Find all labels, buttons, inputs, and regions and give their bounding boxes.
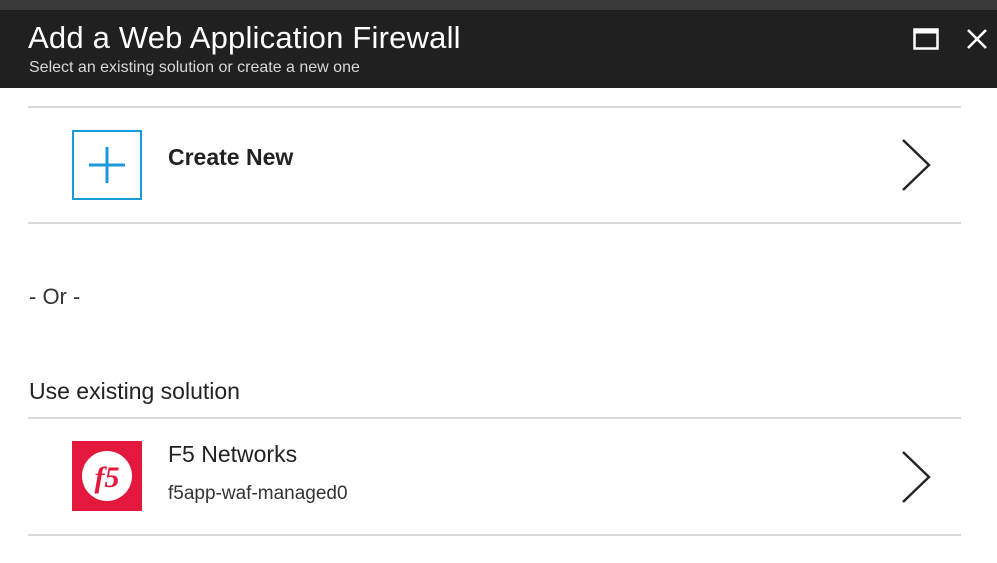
solution-name: F5 Networks xyxy=(168,441,298,467)
chevron-right-icon xyxy=(902,451,931,503)
divider xyxy=(28,534,961,536)
page-subtitle: Select an existing solution or create a … xyxy=(29,59,360,76)
section-heading: Use existing solution xyxy=(29,378,240,404)
page-title: Add a Web Application Firewall xyxy=(28,20,461,55)
f5-logo: f5 xyxy=(72,441,142,511)
create-new-label: Create New xyxy=(168,144,294,170)
maximize-icon xyxy=(913,28,939,50)
svg-text:f5: f5 xyxy=(95,461,120,494)
maximize-button[interactable] xyxy=(911,24,941,54)
close-button[interactable] xyxy=(962,24,992,54)
solution-item-f5-networks[interactable]: f5 F5 Networks f5app-waf-managed0 xyxy=(28,419,961,534)
chevron-right-icon xyxy=(902,139,931,191)
create-new-button[interactable]: Create New xyxy=(28,108,961,223)
or-separator: - Or - xyxy=(29,284,81,309)
solution-detail: f5app-waf-managed0 xyxy=(168,483,348,504)
close-icon xyxy=(967,29,987,49)
divider xyxy=(28,222,961,224)
blade-header: Add a Web Application Firewall Select an… xyxy=(0,10,997,88)
plus-icon xyxy=(72,130,142,200)
top-strip xyxy=(0,0,997,10)
